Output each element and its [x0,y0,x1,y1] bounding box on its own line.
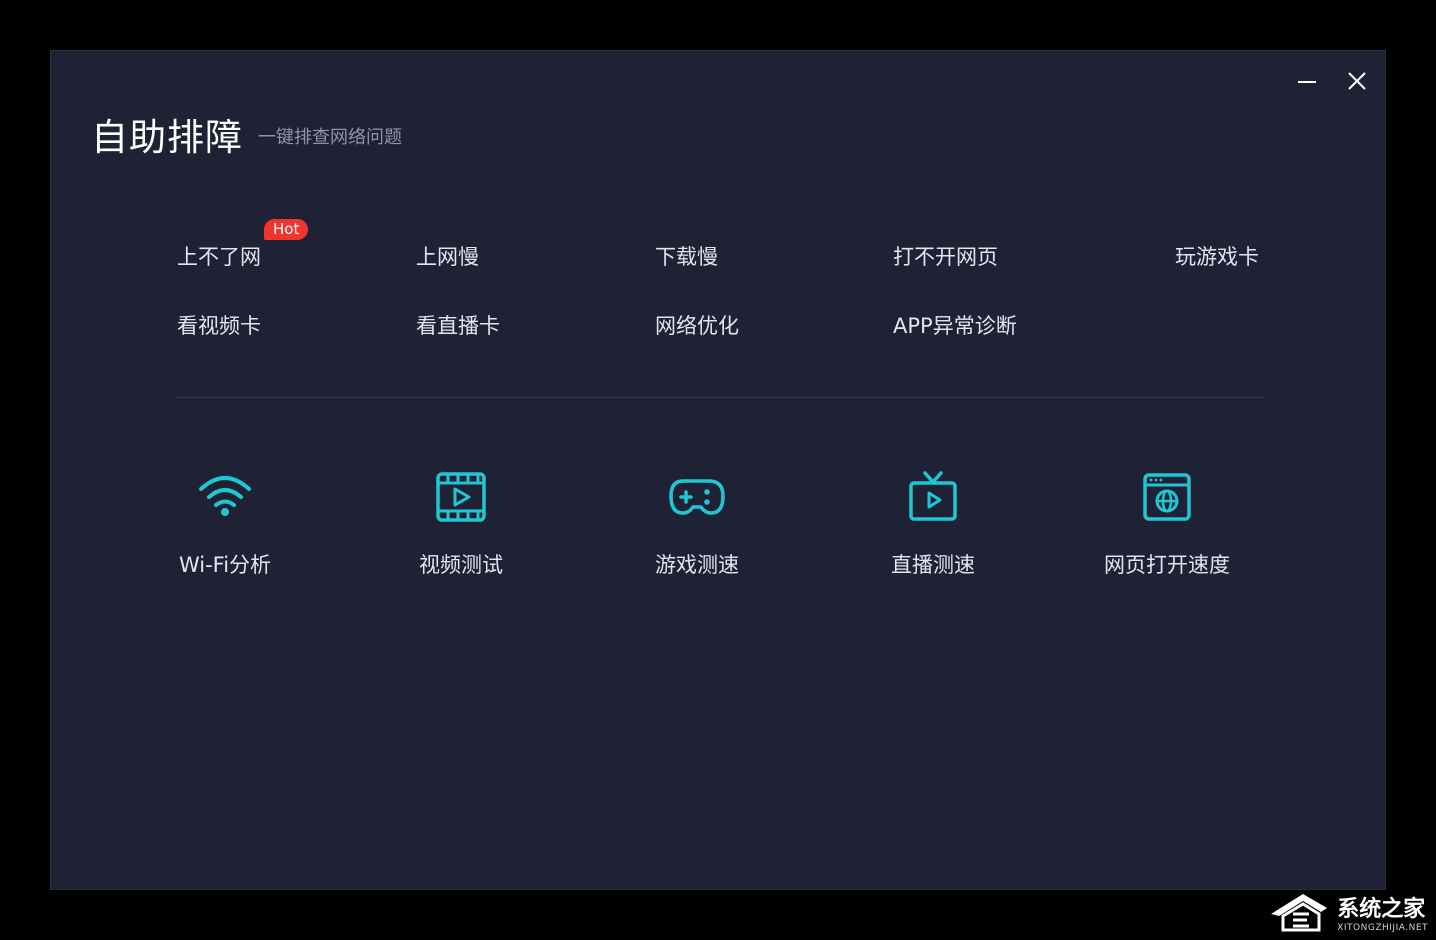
tool-label: 游戏测速 [655,553,739,577]
tool-label: Wi-Fi分析 [178,553,272,577]
gamepad-icon [669,479,725,515]
issue-page-not-open[interactable]: 打不开网页 [893,241,998,271]
browser-globe-icon [1143,473,1191,521]
tool-label: 直播测速 [891,553,975,577]
issue-network-optimize[interactable]: 网络优化 [655,310,739,340]
issue-live-lag[interactable]: 看直播卡 [416,310,500,340]
tool-label: 网页打开速度 [1104,553,1230,577]
watermark: 系统之家 XITONGZHIJIA.NET [1267,890,1428,934]
wifi-icon [199,476,251,516]
window-controls [1293,67,1371,95]
section-divider [177,397,1263,398]
video-film-icon [436,472,486,522]
tool-game-speed[interactable]: 游戏测速 [617,469,777,579]
house-logo-icon [1271,894,1328,932]
troubleshoot-window: 自助排障 一键排查网络问题 上不了网 Hot 上网慢 下载慢 打不开网页 玩游戏… [50,50,1386,890]
issue-game-lag[interactable]: 玩游戏卡 [1175,241,1259,271]
page-subtitle: 一键排查网络问题 [258,127,402,148]
issue-no-internet[interactable]: 上不了网 [177,241,261,271]
watermark-url: XITONGZHIJIA.NET [1337,923,1428,933]
issue-slow-download[interactable]: 下载慢 [655,241,718,271]
hot-badge: Hot [264,219,309,240]
page-title: 自助排障 [91,116,243,159]
close-button[interactable] [1343,67,1371,95]
live-tv-icon [909,471,957,521]
issue-app-diagnosis[interactable]: APP异常诊断 [893,310,1017,340]
tool-page-speed[interactable]: 网页打开速度 [1087,469,1247,579]
tool-wifi-analysis[interactable]: Wi-Fi分析 [145,469,305,579]
tool-video-test[interactable]: 视频测试 [381,469,541,579]
minimize-button[interactable] [1293,67,1321,95]
issue-video-lag[interactable]: 看视频卡 [177,310,261,340]
tool-label: 视频测试 [419,553,503,577]
close-icon [1348,72,1366,90]
minimize-icon [1298,81,1316,83]
watermark-brand: 系统之家 [1337,897,1426,922]
tool-live-speed[interactable]: 直播测速 [853,469,1013,579]
issue-slow-internet[interactable]: 上网慢 [416,241,479,271]
